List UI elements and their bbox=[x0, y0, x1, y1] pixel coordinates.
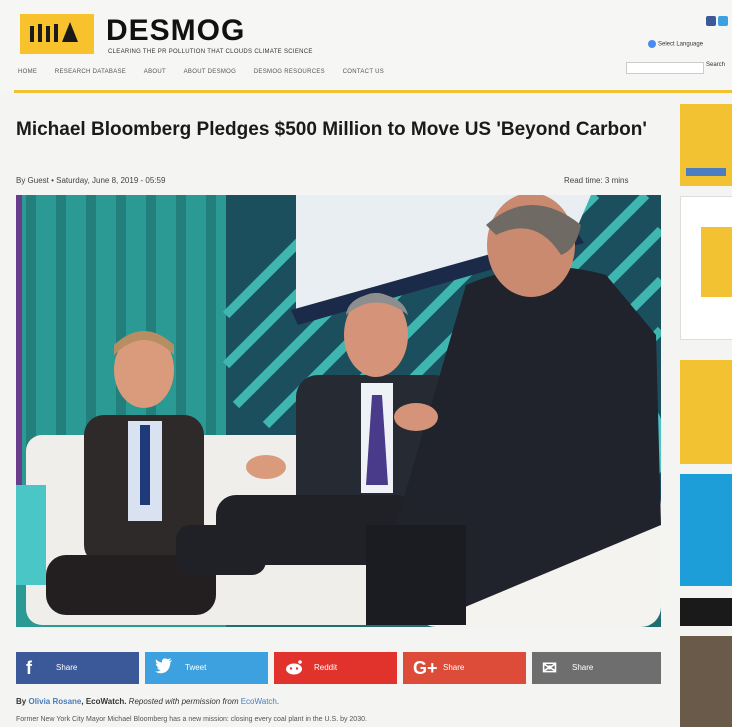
googleplus-share-button[interactable]: G+ Share bbox=[403, 652, 526, 684]
email-share-button[interactable]: ✉ Share bbox=[532, 652, 661, 684]
nav-item-about-desmog[interactable]: ABOUT DESMOG bbox=[184, 69, 237, 75]
sidebar-ad-4[interactable] bbox=[680, 474, 732, 586]
credit-by: By bbox=[16, 697, 27, 706]
sidebar-ad-2[interactable] bbox=[680, 196, 732, 340]
twitter-icon bbox=[155, 658, 173, 678]
credit-end: . bbox=[276, 697, 280, 706]
language-selector[interactable]: Select Language bbox=[648, 40, 703, 48]
desmog-logo[interactable] bbox=[20, 14, 94, 54]
article-hero-image bbox=[16, 195, 661, 627]
share-label: Share bbox=[56, 663, 78, 672]
sidebar-ad-6[interactable] bbox=[680, 636, 732, 727]
share-label: Share bbox=[443, 663, 465, 672]
article-credit: By Olivia Rosane, EcoWatch. Reposted wit… bbox=[16, 697, 279, 706]
share-buttons: f Share Tweet Reddit G+ Share ✉ Share bbox=[16, 652, 661, 684]
site-brand[interactable]: DESMOG bbox=[106, 14, 245, 48]
sidebar-ad-5[interactable] bbox=[680, 598, 732, 626]
language-label: Select Language bbox=[658, 41, 704, 48]
read-time: Read time: 3 mins bbox=[564, 176, 629, 185]
search-input[interactable] bbox=[626, 62, 704, 74]
nav-item-resources[interactable]: DESMOG RESOURCES bbox=[254, 69, 325, 75]
article-byline: By Guest • Saturday, June 8, 2019 - 05:5… bbox=[16, 176, 166, 185]
nav-item-contact[interactable]: CONTACT US bbox=[343, 69, 384, 75]
search-button[interactable]: Search bbox=[706, 62, 725, 68]
facebook-icon[interactable] bbox=[706, 16, 716, 26]
main-nav: HOME RESEARCH DATABASE ABOUT ABOUT DESMO… bbox=[18, 69, 400, 75]
credit-org: , EcoWatch. bbox=[81, 697, 127, 706]
header-divider bbox=[14, 90, 732, 93]
nav-item-about[interactable]: ABOUT bbox=[144, 69, 166, 75]
email-icon: ✉ bbox=[542, 658, 558, 678]
author-link[interactable]: Olivia Rosane bbox=[28, 697, 81, 706]
reddit-label: Reddit bbox=[314, 663, 338, 672]
twitter-icon[interactable] bbox=[718, 16, 728, 26]
sidebar-ad-1[interactable] bbox=[680, 104, 732, 186]
site-tagline: CLEARING THE PR POLLUTION THAT CLOUDS CL… bbox=[108, 49, 313, 55]
reddit-icon bbox=[284, 658, 304, 680]
share-label: Share bbox=[572, 663, 594, 672]
source-link[interactable]: EcoWatch bbox=[241, 697, 277, 706]
article-body-first-line: Former New York City Mayor Michael Bloom… bbox=[16, 716, 367, 723]
sidebar-ad-3[interactable] bbox=[680, 360, 732, 464]
credit-note: Reposted with permission from bbox=[126, 697, 241, 706]
facebook-share-button[interactable]: f Share bbox=[16, 652, 139, 684]
reddit-share-button[interactable]: Reddit bbox=[274, 652, 397, 684]
nav-item-research-database[interactable]: RESEARCH DATABASE bbox=[55, 69, 126, 75]
googleplus-icon: G+ bbox=[413, 658, 438, 678]
site-header: DESMOG CLEARING THE PR POLLUTION THAT CL… bbox=[0, 0, 732, 92]
article-title: Michael Bloomberg Pledges $500 Million t… bbox=[16, 119, 647, 140]
google-icon bbox=[648, 40, 656, 48]
nav-item-home[interactable]: HOME bbox=[18, 69, 37, 75]
header-social-icons bbox=[706, 16, 730, 26]
facebook-icon: f bbox=[26, 658, 32, 678]
twitter-share-button[interactable]: Tweet bbox=[145, 652, 268, 684]
tweet-label: Tweet bbox=[185, 663, 207, 672]
